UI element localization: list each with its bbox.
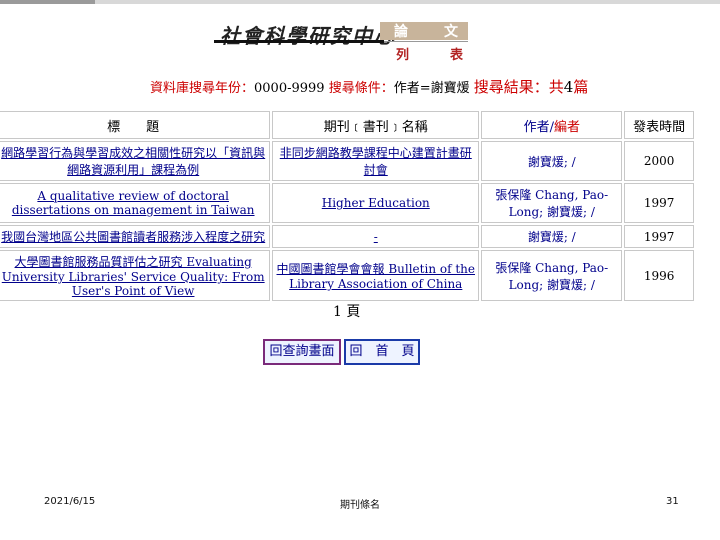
result-count: 4: [563, 78, 574, 96]
page-number: 1 頁: [333, 304, 361, 320]
row-date: 1996: [624, 250, 694, 301]
row-date: 1997: [624, 225, 694, 248]
table-row: 大學圖書館服務品質評估之研究 Evaluating University Lib…: [0, 250, 694, 301]
row-author: 謝寶煖; /: [527, 154, 576, 169]
header-journal: 期刊﹝書刊﹞名稱: [272, 111, 480, 139]
home-button[interactable]: 回 首 頁: [344, 339, 420, 365]
row-journal-link[interactable]: Higher Education: [322, 196, 430, 210]
row-date: 1997: [624, 183, 694, 223]
condition-value: 作者=謝寶煖: [393, 81, 470, 96]
banner-char-left: 論: [394, 24, 408, 40]
row-date: 2000: [624, 141, 694, 181]
banner-sub-right: 表: [450, 48, 464, 63]
table-row: 網路學習行為與學習成效之相關性研究以「資訊與網路資源利用」課程為例 非同步網路教…: [0, 141, 694, 181]
row-title-link[interactable]: A qualitative review of doctoral dissert…: [12, 189, 255, 217]
row-journal-link[interactable]: 非同步網路教學課程中心建置計畫研討會: [280, 146, 472, 177]
result-label: 搜尋結果：共: [473, 78, 564, 96]
banner-box: 論 文: [380, 22, 468, 40]
result-unit: 篇: [573, 78, 589, 96]
years-label: 資料庫搜尋年份：: [150, 81, 255, 96]
banner-sub-left: 列: [396, 48, 410, 63]
header-author: 作者/編者: [481, 111, 623, 139]
table-header-row: 標 題 期刊﹝書刊﹞名稱 作者/編者 發表時間: [0, 111, 694, 139]
footer-date: 2021/6/15: [44, 496, 96, 507]
row-title-link[interactable]: 我國台灣地區公共圖書館讀者服務涉入程度之研究: [1, 230, 265, 244]
center-logo: 社會科學研究中心: [220, 24, 396, 48]
footer-page-number: 31: [666, 496, 679, 507]
search-criteria: 資料庫搜尋年份：0000-9999 搜尋條件：作者=謝寶煖 搜尋結果：共4篇: [150, 76, 588, 97]
scrollbar-thumb[interactable]: [0, 0, 95, 4]
row-journal-link[interactable]: 中國圖書館學會會報 Bulletin of the Library Associ…: [277, 262, 475, 291]
row-title-link[interactable]: 網路學習行為與學習成效之相關性研究以「資訊與網路資源利用」課程為例: [1, 146, 265, 177]
header-date: 發表時間: [624, 111, 694, 139]
banner-divider: [384, 41, 468, 42]
row-title-link[interactable]: 大學圖書館服務品質評估之研究 Evaluating University Lib…: [2, 255, 265, 298]
row-author: 張保隆 Chang, Pao-Long; 謝寶煖; /: [495, 260, 609, 292]
back-to-search-button[interactable]: 回查詢畫面: [263, 339, 341, 365]
row-journal-link[interactable]: -: [374, 230, 378, 244]
years-value: 0000-9999: [254, 81, 325, 96]
banner-char-right: 文: [444, 24, 458, 40]
results-table: 標 題 期刊﹝書刊﹞名稱 作者/編者 發表時間 網路學習行為與學習成效之相關性研…: [0, 109, 696, 303]
logo-underline: [214, 40, 384, 43]
table-row: A qualitative review of doctoral dissert…: [0, 183, 694, 223]
condition-label: 搜尋條件：: [328, 81, 394, 96]
top-scrollbar[interactable]: [0, 0, 720, 4]
header-title: 標 題: [0, 111, 271, 139]
table-row: 我國台灣地區公共圖書館讀者服務涉入程度之研究 - 謝寶煖; / 1997: [0, 225, 694, 248]
row-author: 謝寶煖; /: [527, 230, 576, 244]
row-author: 張保隆 Chang, Pao-Long; 謝寶煖; /: [495, 188, 609, 219]
footer-title: 期刊條名: [340, 500, 380, 511]
